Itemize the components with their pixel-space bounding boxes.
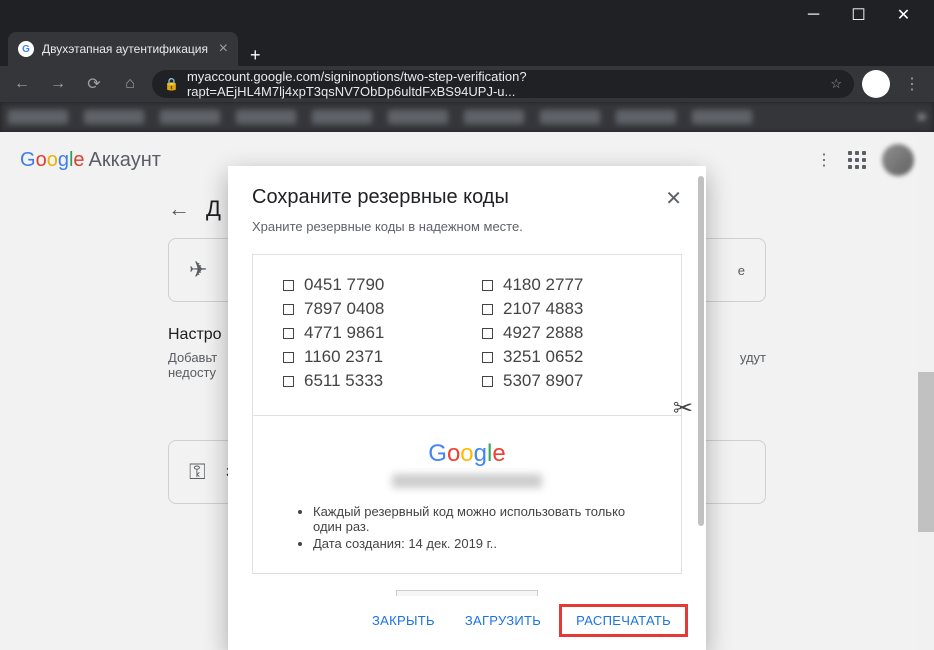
window-maximize[interactable]: ☐ (836, 0, 881, 30)
nav-forward[interactable]: → (44, 70, 72, 98)
backup-code: 5307 8907 (482, 371, 651, 391)
backup-code: 2107 4883 (482, 299, 651, 319)
window-minimize[interactable]: ─ (791, 0, 836, 30)
note-item: Дата создания: 14 дек. 2019 г.. (313, 536, 651, 551)
backup-codes-modal: Сохраните резервные коды ✕ Храните резер… (228, 166, 706, 650)
note-item: Каждый резервный код можно использовать … (313, 504, 651, 534)
nav-back[interactable]: ← (8, 70, 36, 98)
nav-reload[interactable]: ⟳ (80, 70, 108, 98)
browser-chrome: ─ ☐ ✕ G Двухэтапная аутентификация × + ←… (0, 0, 934, 132)
backup-code: 6511 5333 (283, 371, 452, 391)
page-scrollbar[interactable] (918, 132, 934, 650)
tab-close-icon[interactable]: × (219, 40, 228, 58)
modal-backdrop: Сохраните резервные коды ✕ Храните резер… (0, 132, 934, 650)
codes-container: 0451 7790 4180 2777 7897 0408 2107 4883 … (252, 254, 682, 574)
extension-button[interactable] (862, 70, 890, 98)
notes-list: Каждый резервный код можно использовать … (283, 504, 651, 551)
scissors-icon: ✂ (673, 394, 693, 423)
modal-title: Сохраните резервные коды (252, 186, 509, 209)
print-button[interactable]: РАСПЕЧАТАТЬ (559, 604, 688, 637)
browser-tab[interactable]: G Двухэтапная аутентификация × (8, 32, 238, 66)
tab-favicon: G (18, 41, 34, 57)
user-email-redacted (392, 474, 542, 488)
google-logo: Google (283, 440, 651, 468)
lock-icon: 🔒 (164, 77, 179, 91)
backup-code: 0451 7790 (283, 275, 452, 295)
window-close[interactable]: ✕ (881, 0, 926, 30)
close-button[interactable]: ЗАКРЫТЬ (360, 604, 447, 637)
page-content: Google Аккаунт ⋮ ← Д ✈ е Настро Добавьт … (0, 132, 934, 650)
window-titlebar: ─ ☐ ✕ (0, 0, 934, 30)
tab-bar: G Двухэтапная аутентификация × + (0, 30, 934, 66)
address-bar: ← → ⟳ ⌂ 🔒 myaccount.google.com/signinopt… (0, 66, 934, 102)
backup-code: 1160 2371 (283, 347, 452, 367)
get-codes-button[interactable]: ПОЛУЧИТЬ КОДЫ (396, 590, 538, 596)
url-input[interactable]: 🔒 myaccount.google.com/signinoptions/two… (152, 70, 854, 98)
new-tab-button[interactable]: + (238, 45, 273, 66)
url-text: myaccount.google.com/signinoptions/two-s… (187, 69, 822, 99)
modal-scrollbar[interactable] (698, 176, 704, 586)
tab-title: Двухэтапная аутентификация (42, 42, 208, 56)
backup-code: 4180 2777 (482, 275, 651, 295)
backup-code: 7897 0408 (283, 299, 452, 319)
backup-code: 3251 0652 (482, 347, 651, 367)
modal-footer: ЗАКРЫТЬ ЗАГРУЗИТЬ РАСПЕЧАТАТЬ (228, 596, 706, 650)
backup-code: 4771 9861 (283, 323, 452, 343)
download-button[interactable]: ЗАГРУЗИТЬ (453, 604, 553, 637)
modal-subtitle: Храните резервные коды в надежном месте. (252, 219, 682, 234)
backup-code: 4927 2888 (482, 323, 651, 343)
bookmarks-overflow[interactable]: » (917, 108, 926, 126)
browser-menu[interactable]: ⋮ (898, 70, 926, 98)
bookmarks-bar: » (0, 102, 934, 132)
nav-home[interactable]: ⌂ (116, 70, 144, 98)
bookmark-star-icon[interactable]: ☆ (830, 76, 842, 92)
modal-close-icon[interactable]: ✕ (665, 186, 682, 211)
